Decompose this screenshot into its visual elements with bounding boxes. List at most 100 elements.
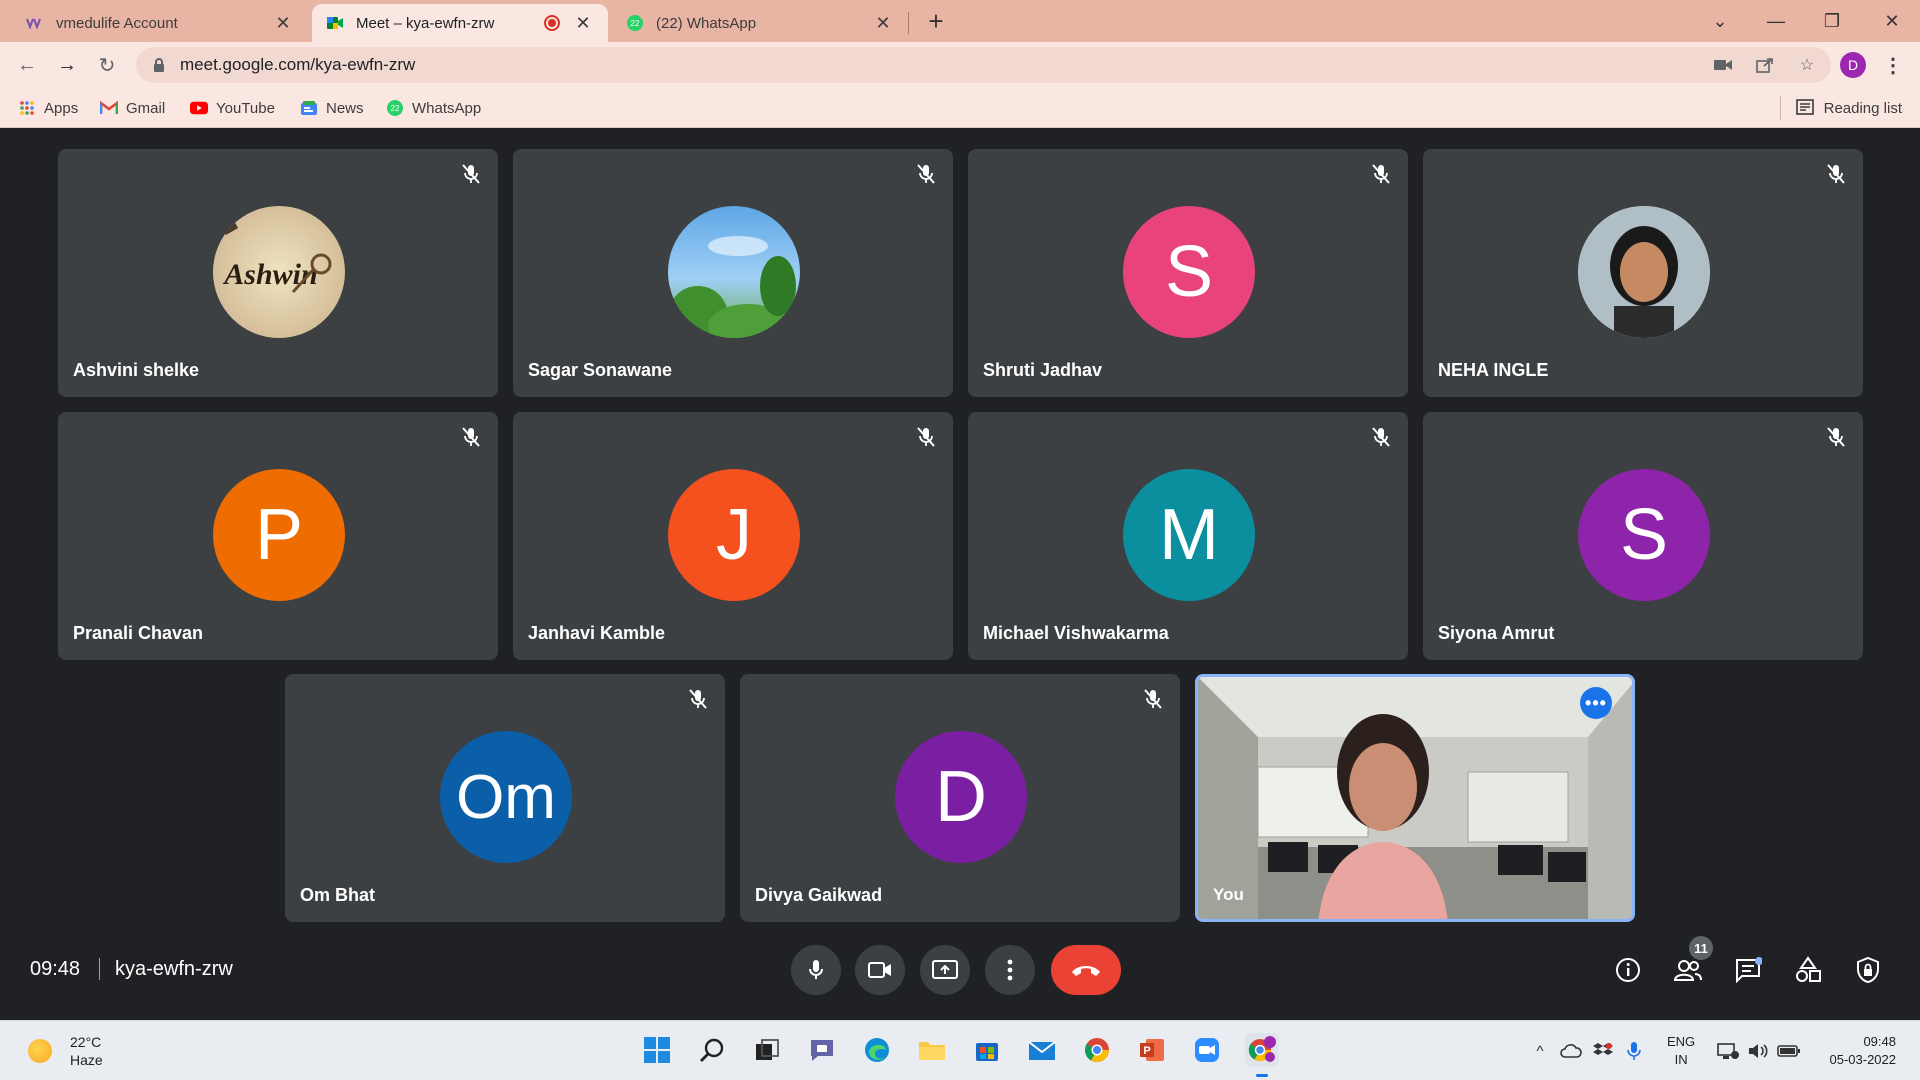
bookmark-label: WhatsApp [412,99,482,117]
chrome-menu-icon[interactable]: ⋮ [1880,52,1906,78]
self-video-tile[interactable]: ••• You [1195,674,1635,922]
onedrive-icon[interactable] [1558,1039,1584,1063]
close-tab-icon[interactable]: ✕ [572,12,594,34]
microphone-in-use-icon[interactable] [1622,1039,1646,1063]
network-icon[interactable] [1716,1039,1740,1063]
region-code: IN [1674,1052,1688,1067]
hang-up-icon [1072,966,1100,976]
participant-tile[interactable]: M Michael Vishwakarma [968,412,1408,660]
participant-tile[interactable]: S Shruti Jadhav [968,149,1408,397]
close-tab-icon[interactable]: ✕ [872,12,894,34]
self-video-feed [1198,677,1632,919]
camera-permission-icon[interactable] [1713,55,1733,75]
back-button[interactable]: ← [12,50,42,80]
volume-icon[interactable] [1746,1039,1770,1063]
meeting-details-button[interactable] [1611,953,1645,987]
tab-whatsapp[interactable]: 22 (22) WhatsApp ✕ [612,4,908,42]
participant-name: Michael Vishwakarma [983,623,1169,643]
mail-button[interactable] [1025,1033,1059,1067]
active-app-indicator [1256,1074,1268,1077]
bar-divider [99,958,100,980]
leave-call-button[interactable] [1051,945,1121,995]
weather-widget[interactable]: 22°C Haze [28,1033,103,1069]
mic-off-icon [913,424,939,450]
new-tab-button[interactable]: + [922,8,950,36]
windows-icon [644,1037,670,1063]
bookmark-youtube[interactable]: YouTube [190,97,275,119]
bookmark-apps[interactable]: Apps [18,97,78,119]
browser-toolbar: ← → ↻ meet.google.com/kya-ewfn-zrw ☆ D ⋮ [0,42,1920,88]
participant-tile[interactable]: NEHA INGLE [1423,149,1863,397]
more-options-icon[interactable]: ••• [1580,687,1612,719]
search-button[interactable] [695,1033,729,1067]
participant-tile[interactable]: S Siyona Amrut [1423,412,1863,660]
mic-off-icon [1368,424,1394,450]
avatar-initial: M [1123,469,1255,601]
battery-icon[interactable] [1776,1039,1802,1063]
system-date: 05-03-2022 [1829,1052,1897,1067]
participant-tile[interactable]: D Divya Gaikwad [740,674,1180,922]
participant-tile[interactable]: Sagar Sonawane [513,149,953,397]
google-meet-icon [326,14,344,32]
profile-avatar[interactable]: D [1840,52,1866,78]
host-controls-button[interactable] [1851,953,1885,987]
powerpoint-button[interactable]: P [1135,1033,1169,1067]
mic-off-icon [1140,686,1166,712]
lock-icon[interactable] [152,58,166,72]
file-explorer-button[interactable] [915,1033,949,1067]
teams-chat-button[interactable] [805,1033,839,1067]
participant-tile[interactable]: Om Om Bhat [285,674,725,922]
close-tab-icon[interactable]: ✕ [272,12,294,34]
start-button[interactable] [640,1033,674,1067]
participant-tile[interactable]: Ashwin Ashvini shelke [58,149,498,397]
participant-name: Om Bhat [300,885,376,905]
camera-button[interactable] [855,945,905,995]
dropbox-icon[interactable] [1590,1039,1616,1063]
edge-icon [865,1038,889,1062]
bookmark-star-icon[interactable]: ☆ [1797,55,1817,75]
language-indicator[interactable]: ENG IN [1667,1033,1695,1069]
address-bar[interactable]: meet.google.com/kya-ewfn-zrw ☆ [136,47,1831,83]
microsoft-store-button[interactable] [970,1033,1004,1067]
reading-list-button[interactable]: Reading list [1795,97,1902,119]
avatar-photo [1578,206,1710,338]
activities-button[interactable] [1791,953,1825,987]
forward-button[interactable]: → [52,50,82,80]
mic-off-icon [913,161,939,187]
edge-browser-button[interactable] [860,1033,894,1067]
tab-search-icon[interactable]: ⌄ [1692,0,1748,42]
avatar-initial: J [668,469,800,601]
tab-vmedulife[interactable]: vmedulife Account ✕ [12,4,308,42]
chrome-profile-button[interactable] [1245,1033,1279,1067]
bookmark-label: Gmail [126,99,166,117]
folder-icon [919,1042,945,1060]
show-hidden-icons-button[interactable]: ^ [1530,1039,1550,1063]
youtube-icon [190,99,208,117]
participant-name: Sagar Sonawane [528,360,673,380]
minimize-button[interactable]: — [1748,0,1804,42]
avatar-initial: S [1123,206,1255,338]
chrome-button[interactable] [1080,1033,1114,1067]
more-options-button[interactable] [985,945,1035,995]
bookmark-news[interactable]: News [300,97,364,119]
bookmark-whatsapp[interactable]: 22 WhatsApp [386,97,481,119]
restore-button[interactable]: ❐ [1804,0,1860,42]
reload-button[interactable]: ↻ [92,50,122,80]
tab-meet[interactable]: Meet – kya-ewfn-zrw ✕ [312,4,608,42]
present-screen-button[interactable] [920,945,970,995]
more-vertical-icon [1007,959,1013,981]
task-view-button[interactable] [750,1033,784,1067]
participant-name: Siyona Amrut [1438,623,1555,643]
zoom-button[interactable] [1190,1033,1224,1067]
share-icon[interactable] [1755,55,1775,75]
microphone-button[interactable] [791,945,841,995]
reading-list-icon [1795,99,1814,117]
system-clock[interactable]: 09:48 05-03-2022 [1830,1033,1897,1069]
bookmark-gmail[interactable]: Gmail [100,97,165,119]
bookmark-divider [1780,96,1781,120]
system-time: 09:48 [1863,1034,1896,1049]
close-window-button[interactable]: ✕ [1864,0,1920,42]
participant-tile[interactable]: P Pranali Chavan [58,412,498,660]
participant-tile[interactable]: J Janhavi Kamble [513,412,953,660]
chat-button[interactable] [1731,953,1765,987]
